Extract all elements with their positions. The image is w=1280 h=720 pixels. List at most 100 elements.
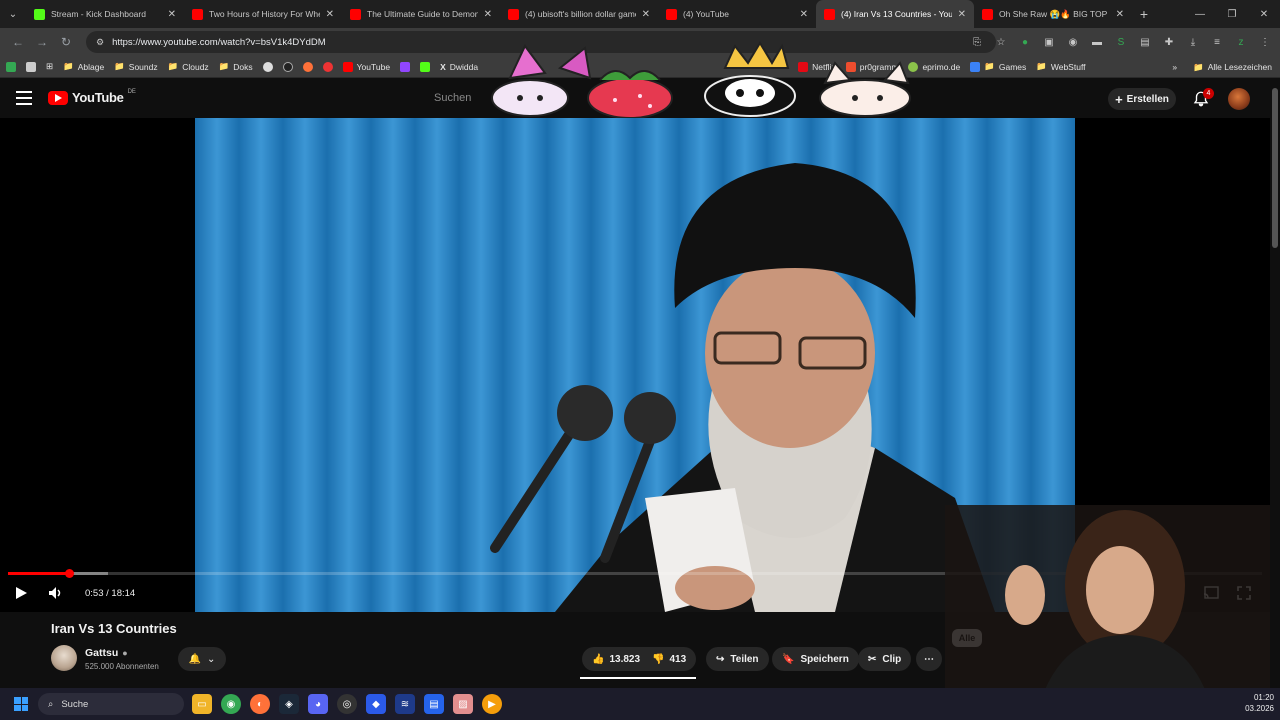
extensions-puzzle-icon[interactable]: ✚ [1162, 35, 1176, 49]
tab-close-icon[interactable]: ✕ [800, 9, 808, 20]
app-icon[interactable]: ◆ [366, 694, 386, 714]
tab-close-icon[interactable]: ✕ [1116, 9, 1124, 20]
browser-tab[interactable]: Stream - Kick Dashboard ✕ [26, 0, 184, 28]
minimize-icon[interactable]: — [1184, 0, 1216, 28]
apps-icon[interactable] [6, 61, 16, 72]
reload-icon[interactable]: ↻ [54, 30, 78, 54]
extension-icon[interactable]: ▬ [1090, 35, 1104, 49]
bookmark-folder-cloudz[interactable]: 📁 Cloudz [168, 61, 209, 72]
chrome-icon[interactable]: ◉ [221, 694, 241, 714]
more-bookmarks-icon[interactable]: » [1172, 62, 1177, 72]
share-button[interactable]: ↪ Teilen [706, 647, 769, 671]
bookmark-tiktok[interactable] [282, 61, 293, 72]
forward-icon[interactable]: → [30, 30, 54, 54]
download-icon[interactable]: ⤓ [1186, 35, 1200, 49]
site-info-icon[interactable]: ⚙ [96, 37, 104, 48]
bookmark-x[interactable]: X Dwidda [440, 62, 478, 72]
save-button[interactable]: 🔖 Speichern [772, 647, 859, 671]
extension-icon[interactable]: S [1114, 35, 1128, 49]
media-player-icon[interactable]: ▶ [482, 694, 502, 714]
menu-icon[interactable] [16, 91, 32, 105]
file-explorer-icon[interactable]: ▭ [192, 694, 212, 714]
bookmark-star-icon[interactable]: ☆ [994, 35, 1008, 49]
tab-close-icon[interactable]: ✕ [958, 9, 966, 20]
taskbar-search[interactable]: ⌕ Suche [38, 693, 184, 715]
steam-icon[interactable]: ◈ [279, 694, 299, 714]
bookmark-netflix[interactable]: Netflix [798, 61, 836, 72]
progress-bar[interactable] [8, 569, 1262, 578]
youtube-logo[interactable]: YouTube DE [48, 89, 136, 105]
firefox-icon[interactable]: ◐ [250, 694, 270, 714]
bookmark-firefox[interactable] [302, 61, 313, 72]
progress-scrubber[interactable] [65, 569, 75, 578]
browser-tab[interactable]: (4) YouTube ✕ [658, 0, 816, 28]
search-input[interactable]: Suchen [424, 87, 504, 109]
image-app-icon[interactable]: ▨ [453, 694, 473, 714]
tab-close-icon[interactable]: ✕ [326, 9, 334, 20]
bookmark-pr0gramm[interactable]: pr0gramm [845, 61, 898, 72]
windows-start-icon[interactable] [14, 697, 28, 711]
grid-icon[interactable]: ⊞ [46, 61, 53, 72]
bookmark-twitch[interactable] [400, 61, 411, 72]
restore-icon[interactable]: ❐ [1216, 0, 1248, 28]
dislike-button[interactable]: 👎 413 [652, 654, 686, 665]
bookmark-youtube[interactable]: YouTube [342, 61, 390, 72]
browser-tab[interactable]: (4) Iran Vs 13 Countries - YouTu ✕ [816, 0, 974, 28]
media-icon[interactable]: ≡ [1210, 35, 1224, 49]
tab-close-icon[interactable]: ✕ [484, 9, 492, 20]
profile-icon[interactable]: z [1234, 35, 1248, 49]
account-avatar[interactable] [1228, 88, 1250, 110]
toolbar-right: ⎘ ☆ ● ▣ ◉ ▬ S ▤ ✚ ⤓ ≡ z ⋮ [970, 28, 1272, 56]
extension-icon[interactable]: ● [1018, 35, 1032, 49]
channel-name[interactable]: Gattsu ● [85, 647, 128, 659]
audio-app-icon[interactable]: ≋ [395, 694, 415, 714]
clip-button[interactable]: ✂ Clip [858, 647, 912, 671]
browser-tab[interactable]: The Ultimate Guide to Demons ✕ [342, 0, 500, 28]
bookmark-folder-doks[interactable]: 📁 Doks [219, 61, 253, 72]
obs-icon[interactable]: ◎ [337, 694, 357, 714]
create-button[interactable]: + Erstellen [1108, 88, 1176, 110]
bookmark-chatgpt[interactable] [262, 61, 273, 72]
scrollbar-thumb[interactable] [1272, 88, 1278, 248]
like-button[interactable]: 👍 13.823 [592, 654, 640, 665]
more-actions-button[interactable]: ⋯ [916, 647, 942, 671]
fullscreen-button[interactable] [1237, 585, 1251, 601]
close-window-icon[interactable]: ✕ [1248, 0, 1280, 28]
back-icon[interactable]: ← [6, 30, 30, 54]
bookmark-folder-webstuff[interactable]: 📁 WebStuff [1036, 61, 1085, 72]
play-button[interactable] [14, 585, 28, 601]
subscription-notify-button[interactable]: 🔔 ⌄ [178, 647, 226, 671]
discord-icon[interactable]: ◕ [308, 694, 328, 714]
install-icon[interactable]: ⎘ [970, 35, 984, 49]
filter-chip-all[interactable]: Alle [952, 629, 982, 647]
browser-tab[interactable]: Oh She Raw 😭🔥 BIG TOP ✕ [974, 0, 1132, 28]
bookmark-kick[interactable] [420, 61, 431, 72]
new-tab-button[interactable]: + [1132, 6, 1156, 22]
scissors-icon: ✂ [868, 653, 877, 665]
bookmark-folder-soundz[interactable]: 📁 Soundz [114, 61, 157, 72]
bookmark-y[interactable] [322, 61, 333, 72]
tab-search-menu-icon[interactable]: ⌄ [0, 0, 26, 28]
extension-icon[interactable]: ▤ [1138, 35, 1152, 49]
extension-icon[interactable]: ◉ [1066, 35, 1080, 49]
bookmark-eprimo[interactable]: eprimo.de [908, 61, 960, 72]
extension-icon[interactable]: ▣ [1042, 35, 1056, 49]
bookmark-folder-ablage[interactable]: 📁 Ablage [63, 61, 104, 72]
browser-tab[interactable]: Two Hours of History For When ✕ [184, 0, 342, 28]
cast-button[interactable] [1203, 585, 1219, 601]
bookmark-folder-games[interactable]: 📁 Games [970, 61, 1026, 72]
channel-avatar[interactable] [51, 645, 77, 671]
page-scrollbar[interactable] [1270, 78, 1280, 688]
tab-close-icon[interactable]: ✕ [168, 9, 176, 20]
fullscreen-icon [1237, 586, 1251, 600]
url-field[interactable]: ⚙ https://www.youtube.com/watch?v=bsV1k4… [86, 31, 996, 53]
tab-close-icon[interactable]: ✕ [642, 9, 650, 20]
all-bookmarks-button[interactable]: 📁 Alle Lesezeichen [1193, 62, 1272, 73]
volume-button[interactable] [48, 585, 64, 601]
bookmark-icon[interactable] [26, 61, 36, 72]
browser-menu-icon[interactable]: ⋮ [1258, 35, 1272, 49]
browser-tab-strip: ⌄ Stream - Kick Dashboard ✕ Two Hours of H… [0, 0, 1280, 28]
notepad-icon[interactable]: ▤ [424, 694, 444, 714]
video-player[interactable]: 0:53 / 18:14 [0, 118, 1270, 612]
browser-tab[interactable]: (4) ubisoft's billion dollar game ✕ [500, 0, 658, 28]
